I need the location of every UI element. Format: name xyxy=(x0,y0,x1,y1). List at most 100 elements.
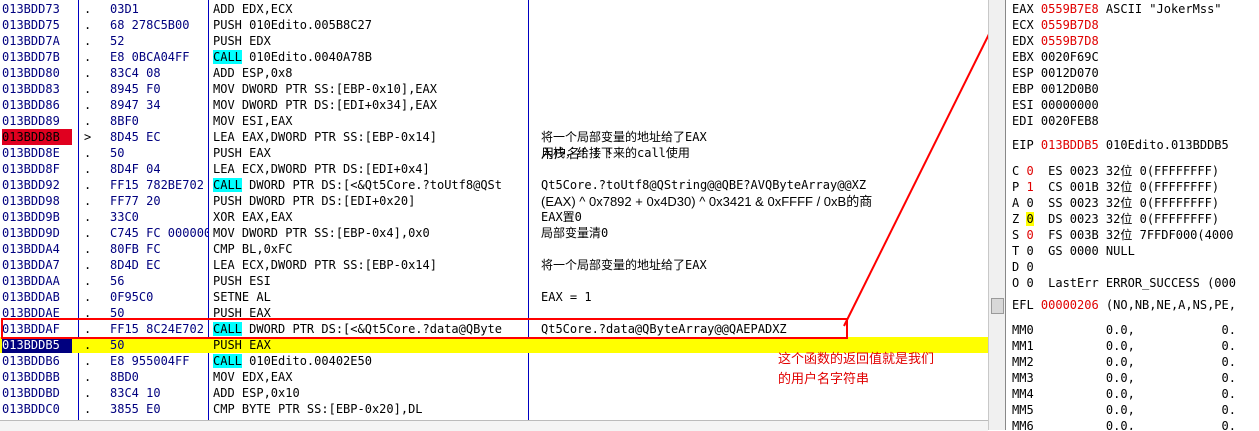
comment-cell xyxy=(541,49,988,65)
address-cell: 013BDD89 xyxy=(2,114,60,128)
jump-mark: > xyxy=(84,130,92,144)
call-keyword: CALL xyxy=(213,178,242,192)
register-name: EIP xyxy=(1012,138,1041,152)
disasm-row[interactable]: 013BDDAA. 56 PUSH ESI xyxy=(0,273,988,289)
register-extra: (NO,NB,NE,A,NS,PE, xyxy=(1098,298,1236,312)
disasm-row[interactable]: 013BDD8F. 8D4F 04 LEA ECX,DWORD PTR DS:[ED… xyxy=(0,161,988,177)
jump-mark: . xyxy=(84,370,92,384)
disasm-row[interactable]: 013BDDAB. 0F95C0 SETNE AL EAX = 1 xyxy=(0,289,988,305)
register-name: ESI xyxy=(1012,98,1041,112)
comment-cell xyxy=(541,81,988,97)
register-edi[interactable]: EDI 0020FEB8 xyxy=(1012,113,1099,129)
disasm-row[interactable]: 013BDD86. 8947 34 MOV DWORD PTR DS:[EDI+0x… xyxy=(0,97,988,113)
register-efl[interactable]: EFL 00000206 (NO,NB,NE,A,NS,PE, xyxy=(1012,297,1236,313)
jump-mark: . xyxy=(84,354,92,368)
disasm-row[interactable]: 013BDDAE. 50 PUSH EAX xyxy=(0,305,988,321)
register-value: 0559B7D8 xyxy=(1040,34,1099,48)
instruction-cell: CALL 010Edito.00402E50 xyxy=(213,353,527,369)
jump-mark: . xyxy=(84,274,92,288)
disasm-row[interactable]: 013BDD80. 83C4 08 ADD ESP,0x8 xyxy=(0,65,988,81)
vertical-scrollbar[interactable] xyxy=(988,0,1005,430)
address-cell: 013BDDB5 xyxy=(2,337,72,353)
disasm-row[interactable]: 013BDD9B. 33C0 XOR EAX,EAX EAX置0 xyxy=(0,209,988,225)
disasm-row[interactable]: 013BDDC0. 3855 E0 CMP BYTE PTR SS:[EBP-0x2… xyxy=(0,401,988,417)
register-extra: ASCII "JokerMss" xyxy=(1098,2,1222,16)
register-esp[interactable]: ESP 0012D070 xyxy=(1012,65,1099,81)
scrollbar-thumb[interactable] xyxy=(991,298,1004,314)
comment-cell xyxy=(541,305,988,321)
disasm-row[interactable]: 013BDD89. 8BF0 MOV ESI,EAX xyxy=(0,113,988,129)
register-eip[interactable]: EIP 013BDDB5 010Edito.013BDDB5 xyxy=(1012,137,1229,153)
flag-a[interactable]: A 0 SS 0023 32位 0(FFFFFFFF) xyxy=(1012,195,1219,211)
disasm-row[interactable]: 013BDDA4. 80FB FC CMP BL,0xFC xyxy=(0,241,988,257)
comment-cell xyxy=(541,385,988,401)
hex-bytes: 8945 F0 xyxy=(110,82,161,96)
flag-d[interactable]: D 0 xyxy=(1012,259,1048,275)
disasm-row[interactable]: 013BDD83. 8945 F0 MOV DWORD PTR SS:[EBP-0x… xyxy=(0,81,988,97)
flag-z[interactable]: Z 0 DS 0023 32位 0(FFFFFFFF) xyxy=(1012,211,1219,227)
address-cell: 013BDD73 xyxy=(2,2,60,16)
disasm-row[interactable]: 013BDDAF. FF15 8C24E702 CALL DWORD PTR DS:… xyxy=(0,321,988,337)
hex-bytes: 8947 34 xyxy=(110,98,161,112)
register-ebp[interactable]: EBP 0012D0B0 xyxy=(1012,81,1099,97)
register-mm5[interactable]: MM5 0.0, 0. xyxy=(1012,402,1236,418)
disasm-row[interactable]: 013BDD8E. 50 PUSH EAX 入栈，给接下来的call使用 xyxy=(0,145,988,161)
register-mm2[interactable]: MM2 0.0, 0. xyxy=(1012,354,1236,370)
disasm-row[interactable]: 013BDDBD. 83C4 10 ADD ESP,0x10 xyxy=(0,385,988,401)
address-cell: 013BDD98 xyxy=(2,194,60,208)
register-mm4[interactable]: MM4 0.0, 0. xyxy=(1012,386,1236,402)
disasm-row[interactable]: 013BDD7B. E8 0BCA04FF CALL 010Edito.0040A7… xyxy=(0,49,988,65)
comment-cell: Qt5Core.?data@QByteArray@@QAEPADXZ xyxy=(541,322,787,336)
disasm-row[interactable]: 013BDDA7. 8D4D EC LEA ECX,DWORD PTR SS:[EB… xyxy=(0,257,988,273)
register-value: 013BDDB5 xyxy=(1040,138,1099,152)
register-eax[interactable]: EAX 0559B7E8 ASCII "JokerMss" xyxy=(1012,1,1222,17)
comment-cell xyxy=(541,401,988,417)
flag-c[interactable]: C 0 ES 0023 32位 0(FFFFFFFF) xyxy=(1012,163,1219,179)
disasm-row[interactable]: 013BDD75. 68 278C5B00 PUSH 010Edito.005B8C… xyxy=(0,17,988,33)
hex-bytes: 83C4 08 xyxy=(110,66,161,80)
register-mm3[interactable]: MM3 0.0, 0. xyxy=(1012,370,1236,386)
disasm-row[interactable]: 013BDD7A. 52 PUSH EDX xyxy=(0,33,988,49)
instruction-cell: ADD ESP,0x8 xyxy=(213,66,293,80)
flag-o[interactable]: O 0 LastErr ERROR_SUCCESS (000 xyxy=(1012,275,1236,291)
flag-s[interactable]: S 0 FS 003B 32位 7FFDF000(4000 xyxy=(1012,227,1234,243)
hex-bytes: E8 955004FF xyxy=(110,354,190,368)
comment-cell xyxy=(541,1,988,17)
instruction-cell: CALL DWORD PTR DS:[<&Qt5Core.?toUtf8@QSt xyxy=(213,177,527,193)
comment-cell: 局部变量清0 xyxy=(541,226,609,240)
jump-mark: . xyxy=(84,322,92,336)
address-cell: 013BDD9B xyxy=(2,210,60,224)
hex-bytes: FF15 782BE702 xyxy=(110,178,204,192)
register-value: 0012D070 xyxy=(1040,66,1099,80)
disasm-row[interactable]: 013BDD92. FF15 782BE702 CALL DWORD PTR DS:… xyxy=(0,177,988,193)
call-keyword: CALL xyxy=(213,50,242,64)
register-mm6[interactable]: MM6 0.0, 0. xyxy=(1012,418,1236,430)
disasm-row[interactable]: 013BDD8B >8D45 EC LEA EAX,DWORD PTR SS:[EB… xyxy=(0,129,988,145)
jump-mark: . xyxy=(84,114,92,128)
register-mm1[interactable]: MM1 0.0, 0. xyxy=(1012,338,1236,354)
disasm-row[interactable]: 013BDD73. 03D1 ADD EDX,ECX xyxy=(0,1,988,17)
hex-bytes: 68 278C5B00 xyxy=(110,18,190,32)
register-ecx[interactable]: ECX 0559B7D8 xyxy=(1012,17,1099,33)
segment-info: GS 0000 NULL xyxy=(1033,244,1135,258)
disasm-row[interactable]: 013BDD9D. C745 FC 000000 MOV DWORD PTR SS:… xyxy=(0,225,988,241)
flag-p[interactable]: P 1 CS 001B 32位 0(FFFFFFFF) xyxy=(1012,179,1219,195)
register-name: EBX xyxy=(1012,50,1041,64)
register-mm0[interactable]: MM0 0.0, 0. xyxy=(1012,322,1236,338)
jump-mark: . xyxy=(84,258,92,272)
flag-t[interactable]: T 0 GS 0000 NULL xyxy=(1012,243,1135,259)
hex-bytes: 50 xyxy=(110,338,125,352)
disassembly-pane[interactable]: 013BDD73. 03D1 ADD EDX,ECX 013BDD75. 68 278C… xyxy=(0,0,988,420)
hex-bytes: 52 xyxy=(110,34,125,48)
segment-info: FS 003B 32位 7FFDF000(4000 xyxy=(1033,228,1234,242)
comment-cell: 将一个局部变量的地址给了EAX xyxy=(541,258,707,272)
call-target: 010Edito.0040A78B xyxy=(241,50,372,64)
register-ebx[interactable]: EBX 0020F69C xyxy=(1012,49,1099,65)
register-edx[interactable]: EDX 0559B7D8 xyxy=(1012,33,1099,49)
jump-mark: . xyxy=(84,386,92,400)
register-esi[interactable]: ESI 00000000 xyxy=(1012,97,1099,113)
mm-register-text: MM3 0.0, 0. xyxy=(1012,371,1236,385)
registers-pane[interactable]: EAX 0559B7E8 ASCII "JokerMss" ECX 0559B7D… xyxy=(1005,0,1259,430)
jump-mark: . xyxy=(84,338,92,352)
jump-mark: . xyxy=(84,146,92,160)
